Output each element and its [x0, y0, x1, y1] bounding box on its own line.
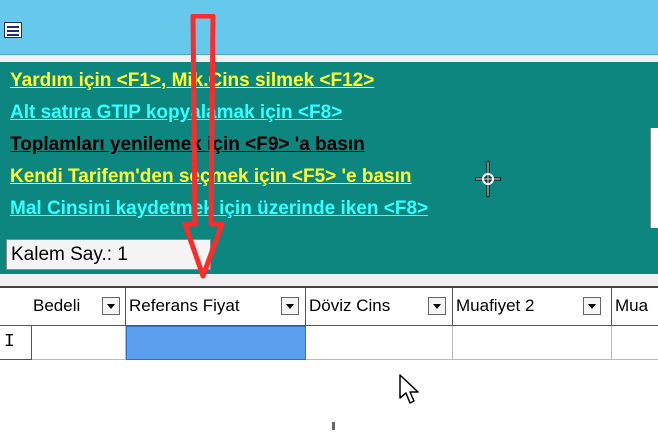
- column-label: Muafiyet 2: [456, 296, 535, 315]
- data-grid[interactable]: Bedeli Referans Fiyat Döviz Cins Muafiye…: [0, 286, 658, 432]
- title-bar: [0, 0, 658, 55]
- hint-copy-gtip: Alt satıra GTIP kopyalamak için <F8>: [10, 102, 343, 123]
- grid-cell-doviz-cins[interactable]: [306, 326, 453, 360]
- app-window-icon[interactable]: [4, 22, 22, 38]
- grid-cell-bedeli[interactable]: [32, 326, 126, 360]
- dropdown-arrow-icon[interactable]: [281, 297, 299, 315]
- column-label: Bedeli: [33, 296, 81, 315]
- crosshair-cursor-icon: [475, 161, 501, 197]
- column-header-doviz-cins[interactable]: Döviz Cins: [306, 288, 453, 326]
- splitter-handle[interactable]: [332, 422, 335, 430]
- column-label: Referans Fiyat: [129, 296, 240, 315]
- side-panel: [650, 128, 658, 228]
- column-header-muafiyet-2[interactable]: Muafiyet 2: [453, 288, 612, 326]
- grid-cell-referans-fiyat-selected[interactable]: [126, 326, 306, 360]
- row-indicator[interactable]: I: [0, 326, 32, 360]
- column-header-muafiyet-3[interactable]: Mua: [612, 288, 658, 326]
- dropdown-arrow-icon[interactable]: [428, 297, 446, 315]
- column-label: Döviz Cins: [309, 296, 391, 315]
- dropdown-arrow-icon[interactable]: [583, 297, 601, 315]
- grid-cell-muafiyet-3[interactable]: [612, 326, 658, 360]
- column-header-referans-fiyat[interactable]: Referans Fiyat: [126, 288, 306, 326]
- red-down-arrow-annotation: [182, 14, 225, 279]
- column-label: Mua: [615, 296, 649, 315]
- dropdown-arrow-icon[interactable]: [102, 297, 120, 315]
- grid-cell-muafiyet-2[interactable]: [453, 326, 612, 360]
- column-header-bedeli[interactable]: Bedeli: [0, 288, 126, 326]
- mouse-pointer-icon: [399, 374, 419, 404]
